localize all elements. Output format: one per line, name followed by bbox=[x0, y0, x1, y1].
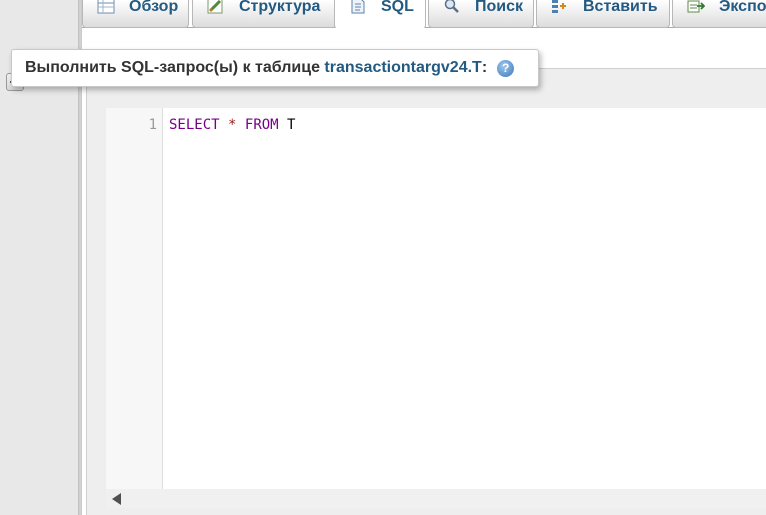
tab-label: Экспо bbox=[719, 0, 766, 15]
structure-icon bbox=[207, 0, 223, 14]
tab-browse[interactable]: Обзор bbox=[82, 0, 189, 28]
legend-text: Выполнить SQL-запрос(ы) к таблице bbox=[25, 59, 325, 76]
sql-query-editor[interactable]: 1 SELECT * FROM T bbox=[106, 108, 766, 508]
horizontal-scrollbar[interactable] bbox=[106, 489, 766, 508]
insert-icon bbox=[552, 0, 566, 13]
help-icon[interactable]: ? bbox=[497, 59, 515, 77]
tab-bar: Обзор Структура SQL Поиск Вставить Экспо bbox=[82, 0, 766, 29]
tab-export[interactable]: Экспо bbox=[672, 0, 766, 28]
sql-panel-legend: Выполнить SQL-запрос(ы) к таблице transa… bbox=[11, 49, 539, 87]
tab-search[interactable]: Поиск bbox=[428, 0, 534, 28]
export-icon bbox=[687, 0, 705, 13]
legend-colon: : bbox=[481, 59, 488, 76]
sql-keyword-from: FROM bbox=[244, 117, 279, 133]
tab-structure[interactable]: Структура bbox=[192, 0, 337, 28]
tab-label: Поиск bbox=[475, 0, 524, 15]
tab-label: SQL bbox=[381, 0, 414, 15]
tab-sql[interactable]: SQL bbox=[334, 0, 426, 29]
search-icon bbox=[444, 0, 459, 13]
tab-label: Структура bbox=[239, 0, 321, 15]
sql-icon bbox=[351, 0, 365, 14]
tab-label: Вставить bbox=[583, 0, 658, 15]
table-browse-icon bbox=[97, 0, 115, 14]
tab-insert[interactable]: Вставить bbox=[536, 0, 670, 28]
sql-keyword-select: SELECT bbox=[169, 117, 220, 133]
table-name-link[interactable]: transactiontargv24.T bbox=[324, 59, 481, 77]
sql-star-operator: * bbox=[228, 117, 237, 133]
line-number: 1 bbox=[148, 117, 157, 133]
sql-table-identifier: T bbox=[287, 117, 296, 133]
scroll-left-arrow-icon[interactable] bbox=[112, 493, 121, 505]
tab-label: Обзор bbox=[129, 0, 179, 15]
line-number-gutter: 1 bbox=[106, 108, 163, 489]
code-line[interactable]: SELECT * FROM T bbox=[169, 117, 295, 133]
